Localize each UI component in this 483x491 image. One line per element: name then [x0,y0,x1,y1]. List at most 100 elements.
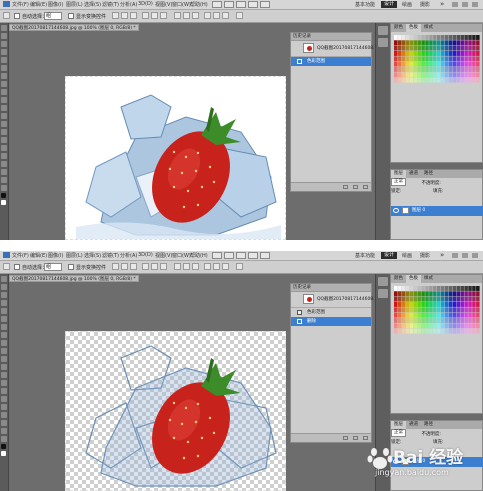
color-swatch[interactable] [452,40,457,46]
background-color-swatch[interactable] [1,200,6,205]
swatch-grid[interactable] [394,35,480,83]
color-swatch[interactable] [405,318,410,323]
shape-tool[interactable] [1,412,7,418]
distribute-bottom-icon[interactable] [192,12,199,19]
color-swatch[interactable] [425,61,429,67]
color-swatch[interactable] [401,51,406,56]
color-swatch[interactable] [397,307,402,313]
color-swatch[interactable] [472,323,476,329]
clone-stamp-tool[interactable] [1,89,7,95]
color-swatch[interactable] [456,72,461,78]
distribute-middle-icon[interactable] [183,12,190,19]
color-swatch[interactable] [448,67,453,72]
color-swatch[interactable] [464,72,468,78]
pen-tool[interactable] [1,137,7,143]
color-swatch[interactable] [417,286,421,291]
hand-tool-icon[interactable] [248,1,258,8]
path-select-tool[interactable] [1,153,7,159]
foreground-color-swatch[interactable] [1,444,6,449]
color-swatch[interactable] [421,35,425,40]
color-swatch[interactable] [409,61,414,67]
history-panel-icon[interactable] [378,26,388,35]
color-swatch[interactable] [437,72,441,78]
brush-tool[interactable] [1,332,7,338]
visibility-eye-icon[interactable] [393,208,399,213]
color-swatch[interactable] [456,307,461,313]
color-swatch[interactable] [468,296,472,302]
minibridge-icon[interactable] [224,252,234,259]
color-swatch[interactable] [429,323,433,329]
maximize-icon[interactable] [462,2,468,7]
color-swatch[interactable] [460,40,464,46]
menu-help[interactable]: 帮助(H) [190,252,208,259]
color-swatch[interactable] [421,302,425,307]
distribute-bottom-icon[interactable] [192,263,199,270]
color-swatch[interactable] [472,296,476,302]
color-swatch[interactable] [476,61,480,67]
color-swatch[interactable] [472,61,476,67]
color-swatch[interactable] [448,61,453,67]
menu-image[interactable]: 图像(I) [48,1,63,8]
distribute-right-icon[interactable] [222,12,229,19]
color-swatch[interactable] [405,56,410,62]
color-swatch[interactable] [476,286,480,291]
color-swatch[interactable] [409,67,414,72]
align-top-icon[interactable] [112,263,119,270]
new-snapshot-icon[interactable] [353,185,358,189]
color-swatch[interactable] [421,286,425,291]
color-swatch[interactable] [440,307,445,313]
menu-window[interactable]: 窗口(W) [172,252,191,259]
background-color-swatch[interactable] [1,451,6,456]
color-swatch[interactable] [429,51,433,56]
history-snapshot[interactable]: QQ截图20170817144608... [291,292,377,308]
tab-styles[interactable]: 样式 [421,275,436,283]
color-swatch[interactable] [425,40,429,46]
color-swatch[interactable] [417,323,421,329]
color-swatch[interactable] [444,302,449,307]
color-swatch[interactable] [421,291,425,297]
document-tab[interactable]: QQ截图20170817144608.jpg @ 100% (图层 0, RGB… [9,275,139,282]
color-swatch[interactable] [397,40,402,46]
color-swatch[interactable] [452,328,457,334]
delete-state-icon[interactable] [363,436,368,440]
color-swatch[interactable] [397,318,402,323]
color-swatch[interactable] [437,56,441,62]
color-swatch[interactable] [425,67,429,72]
color-swatch[interactable] [417,67,421,72]
color-swatch[interactable] [440,56,445,62]
color-swatch[interactable] [464,77,468,83]
gradient-tool[interactable] [1,113,7,119]
color-swatch[interactable] [401,296,406,302]
color-swatch[interactable] [448,286,453,291]
color-swatch[interactable] [433,302,437,307]
lasso-tool[interactable] [1,292,7,298]
align-left-icon[interactable] [142,12,149,19]
color-swatch[interactable] [444,318,449,323]
color-swatch[interactable] [401,302,406,307]
color-swatch[interactable] [444,77,449,83]
color-swatch[interactable] [476,307,480,313]
tab-swatches[interactable]: 色板 [406,275,421,283]
color-swatch[interactable] [456,318,461,323]
color-swatch[interactable] [413,318,418,323]
color-swatch[interactable] [476,51,480,56]
marquee-tool[interactable] [1,33,7,39]
color-swatch[interactable] [433,45,437,51]
color-swatch[interactable] [397,61,402,67]
color-swatch[interactable] [444,51,449,56]
delete-state-icon[interactable] [363,185,368,189]
workspace-essentials[interactable]: 基本功能 [355,252,375,259]
canvas[interactable] [65,76,286,240]
color-swatch[interactable] [409,296,414,302]
color-swatch[interactable] [413,77,418,83]
color-swatch[interactable] [448,40,453,46]
color-swatch[interactable] [394,51,398,56]
color-swatch[interactable] [417,307,421,313]
color-swatch[interactable] [460,67,464,72]
color-swatch[interactable] [456,61,461,67]
lasso-tool[interactable] [1,41,7,47]
workspace-essentials[interactable]: 基本功能 [355,1,375,8]
color-swatch[interactable] [456,312,461,318]
color-swatch[interactable] [405,307,410,313]
distribute-middle-icon[interactable] [183,263,190,270]
